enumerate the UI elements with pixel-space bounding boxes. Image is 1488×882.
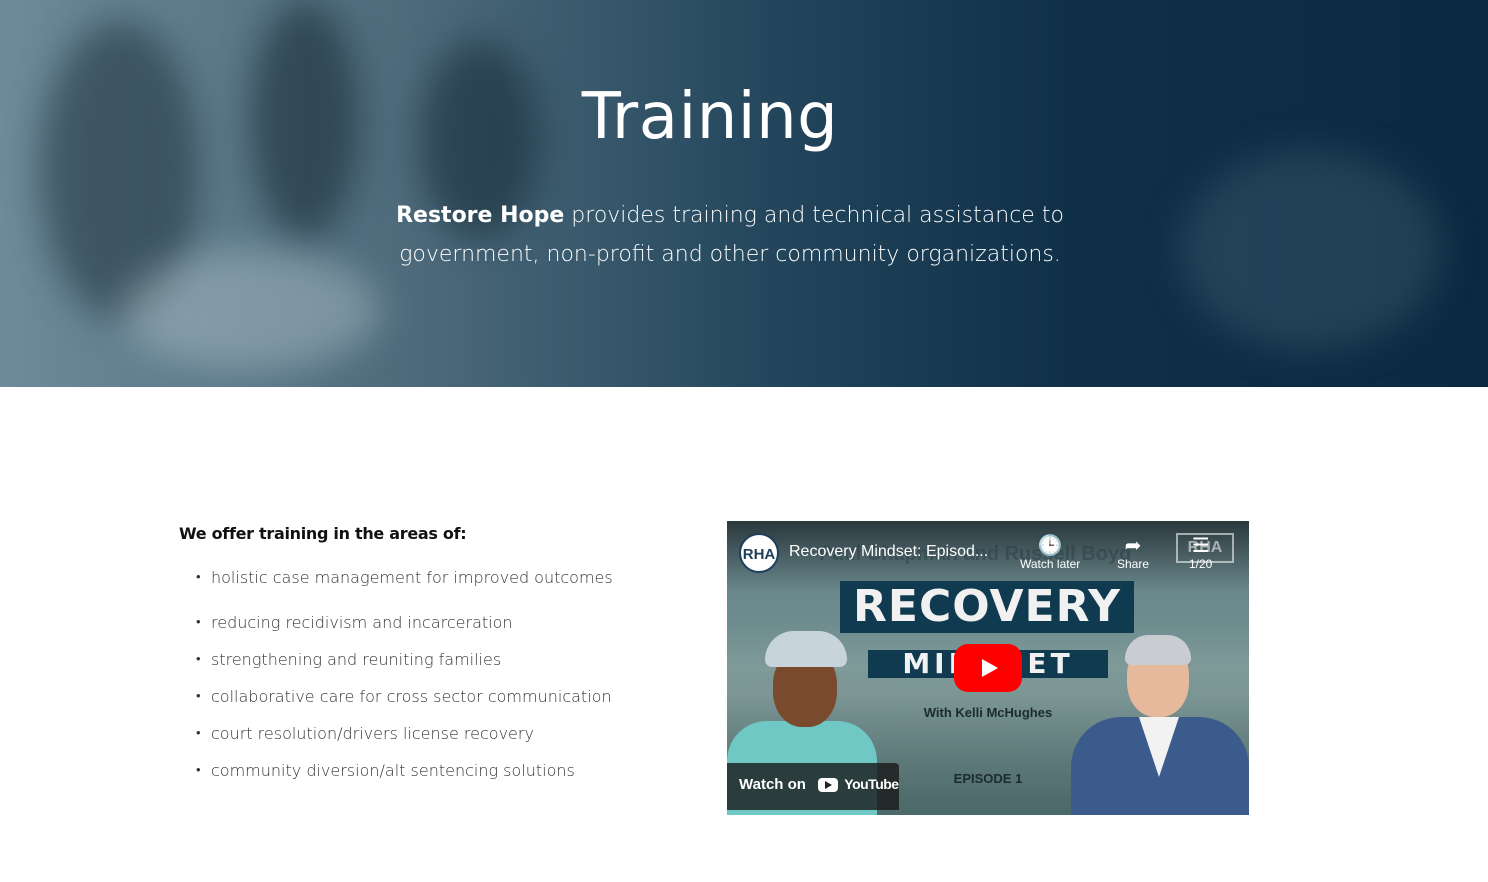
thumbnail-title: RECOVERY — [840, 581, 1134, 633]
share-arrow-icon: ➦ — [1124, 535, 1142, 557]
training-areas-heading: We offer training in the areas of: — [179, 524, 467, 543]
play-button[interactable] — [954, 644, 1022, 692]
clock-icon: 🕒 — [1037, 535, 1063, 557]
share-label: Share — [1117, 557, 1150, 571]
list-item: collaborative care for cross sector comm… — [196, 685, 613, 722]
playlist-count: 1/20 — [1189, 557, 1213, 571]
youtube-logo-icon — [818, 778, 839, 793]
hero-description: Restore Hope provides training and techn… — [380, 196, 1080, 274]
video-title-link[interactable]: Recovery Mindset: Episod... — [789, 543, 1009, 561]
page-title: Training — [581, 80, 839, 154]
list-item: holistic case management for improved ou… — [196, 566, 613, 611]
list-item: community diversion/alt sentencing solut… — [196, 759, 613, 796]
hero-banner: Training Restore Hope provides training … — [0, 0, 1488, 387]
watch-later-button[interactable]: 🕒 Watch later — [1020, 535, 1080, 571]
share-button[interactable]: ➦ Share — [1117, 535, 1149, 571]
channel-avatar[interactable]: RHA — [739, 533, 779, 573]
youtube-video-embed[interactable]: Paul Chapman and Russell Boyd RECOVERY M… — [727, 521, 1249, 815]
playlist-icon: ☰ — [1191, 535, 1210, 557]
hero-background-shape — [1180, 150, 1440, 350]
watch-on-label: Watch on — [739, 776, 806, 793]
youtube-wordmark: YouTube — [844, 776, 899, 792]
training-areas-list: holistic case management for improved ou… — [196, 566, 613, 796]
brand-name: Restore Hope — [396, 203, 565, 228]
watch-later-label: Watch later — [1020, 557, 1081, 571]
watch-on-youtube-button[interactable]: Watch on YouTube — [727, 763, 899, 810]
list-item: reducing recidivism and incarceration — [196, 611, 613, 648]
list-item: court resolution/drivers license recover… — [196, 722, 613, 759]
thumbnail-host: With Kelli McHughes — [923, 705, 1053, 720]
list-item: strengthening and reuniting families — [196, 648, 613, 685]
playlist-button[interactable]: ☰ 1/20 — [1189, 535, 1212, 571]
hero-background-shape — [120, 250, 380, 370]
